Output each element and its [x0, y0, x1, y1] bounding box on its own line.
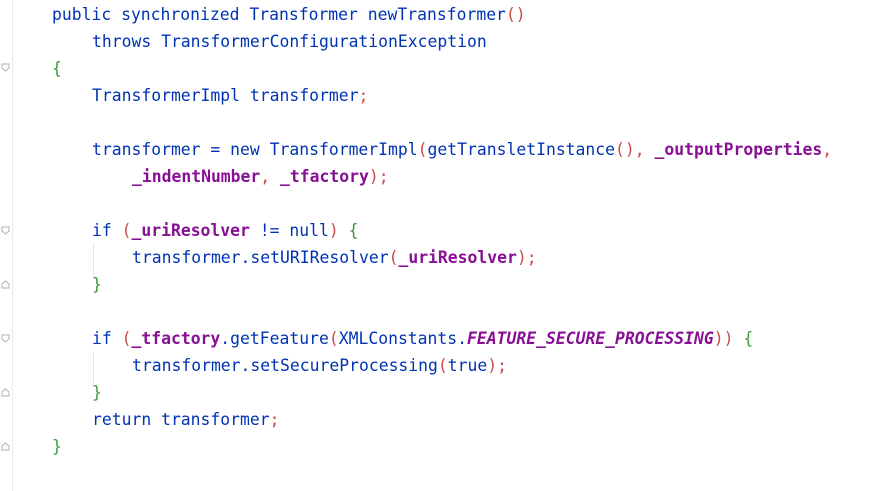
editor-gutter	[0, 0, 13, 491]
code-line: if (_tfactory.getFeature(XMLConstants.FE…	[92, 329, 754, 348]
code-line: transformer.setSecureProcessing(true);	[132, 356, 508, 375]
code-line: transformer.setURIResolver(_uriResolver)…	[132, 248, 537, 267]
code-line: throws TransformerConfigurationException	[92, 32, 487, 51]
code-line: }	[92, 383, 102, 402]
code-line: transformer = new TransformerImpl(getTra…	[92, 140, 833, 159]
fold-marker-icon[interactable]	[1, 442, 10, 451]
fold-marker-icon[interactable]	[1, 226, 10, 235]
code-line: }	[92, 275, 102, 294]
fold-marker-icon[interactable]	[1, 280, 10, 289]
fold-marker-icon[interactable]	[1, 388, 10, 397]
code-line: {	[52, 59, 62, 78]
code-line: if (_uriResolver != null) {	[92, 221, 359, 240]
code-line: }	[52, 437, 62, 456]
fold-marker-icon[interactable]	[1, 334, 10, 343]
code-line: _indentNumber, _tfactory);	[132, 167, 389, 186]
code-line: return transformer;	[92, 410, 280, 429]
fold-marker-icon[interactable]	[1, 63, 10, 72]
code-editor[interactable]: public synchronized Transformer newTrans…	[0, 0, 877, 491]
code-line: public synchronized Transformer newTrans…	[52, 5, 526, 24]
code-line: TransformerImpl transformer;	[92, 86, 369, 105]
